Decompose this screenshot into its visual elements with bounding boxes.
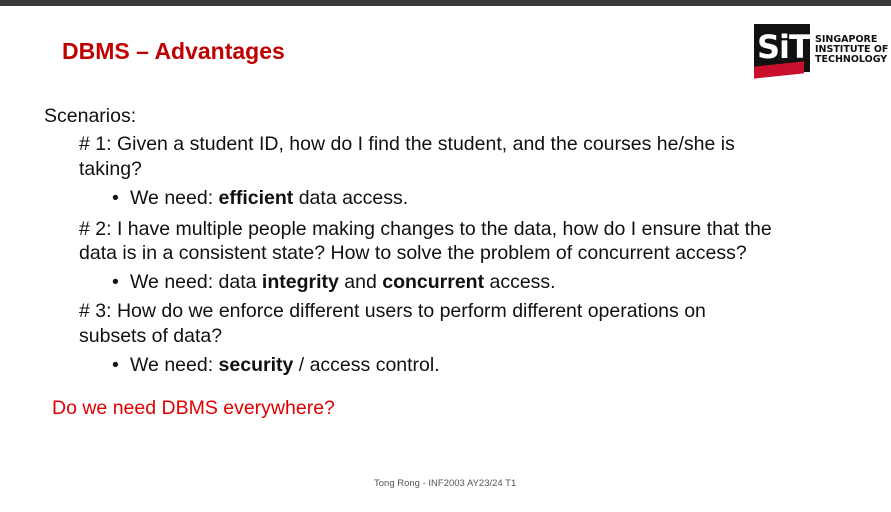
- need-keyword: security: [218, 354, 294, 376]
- need-keyword: efficient: [218, 187, 294, 209]
- need-prefix: We need:: [130, 187, 219, 209]
- scenarios-label: Scenarios:: [44, 105, 137, 127]
- bullet-icon: •: [112, 271, 119, 293]
- need-text: data access.: [293, 187, 409, 209]
- scenario-3-line-2: subsets of data?: [79, 325, 223, 347]
- closing-question: Do we need DBMS everywhere?: [52, 397, 335, 419]
- bullet-icon: •: [112, 187, 119, 209]
- slide-footer: Tong Rong - INF2003 AY23/24 T1: [374, 478, 517, 489]
- need-text: and: [338, 271, 383, 293]
- scenario-1-line-2: taking?: [79, 158, 142, 180]
- slide-body: Scenarios: # 1: Given a student ID, how …: [0, 0, 891, 512]
- need-prefix: We need:: [130, 354, 219, 376]
- scenario-3-need: • We need: security / access control.: [112, 353, 440, 377]
- need-keyword-2: concurrent: [382, 271, 485, 293]
- scenario-1-line-1: # 1: Given a student ID, how do I find t…: [79, 133, 735, 155]
- need-prefix: We need: data: [130, 271, 262, 293]
- scenario-2-line-1: # 2: I have multiple people making chang…: [79, 218, 772, 240]
- bullet-icon: •: [112, 354, 119, 376]
- scenario-1-need: • We need: efficient data access.: [112, 186, 408, 210]
- need-suffix: access.: [484, 271, 556, 293]
- scenario-2-need: • We need: data integrity and concurrent …: [112, 270, 556, 294]
- scenario-2-line-2: data is in a consistent state? How to so…: [79, 242, 747, 264]
- need-keyword: integrity: [261, 271, 339, 293]
- need-text: / access control.: [293, 354, 440, 376]
- scenario-3-line-1: # 3: How do we enforce different users t…: [79, 300, 706, 322]
